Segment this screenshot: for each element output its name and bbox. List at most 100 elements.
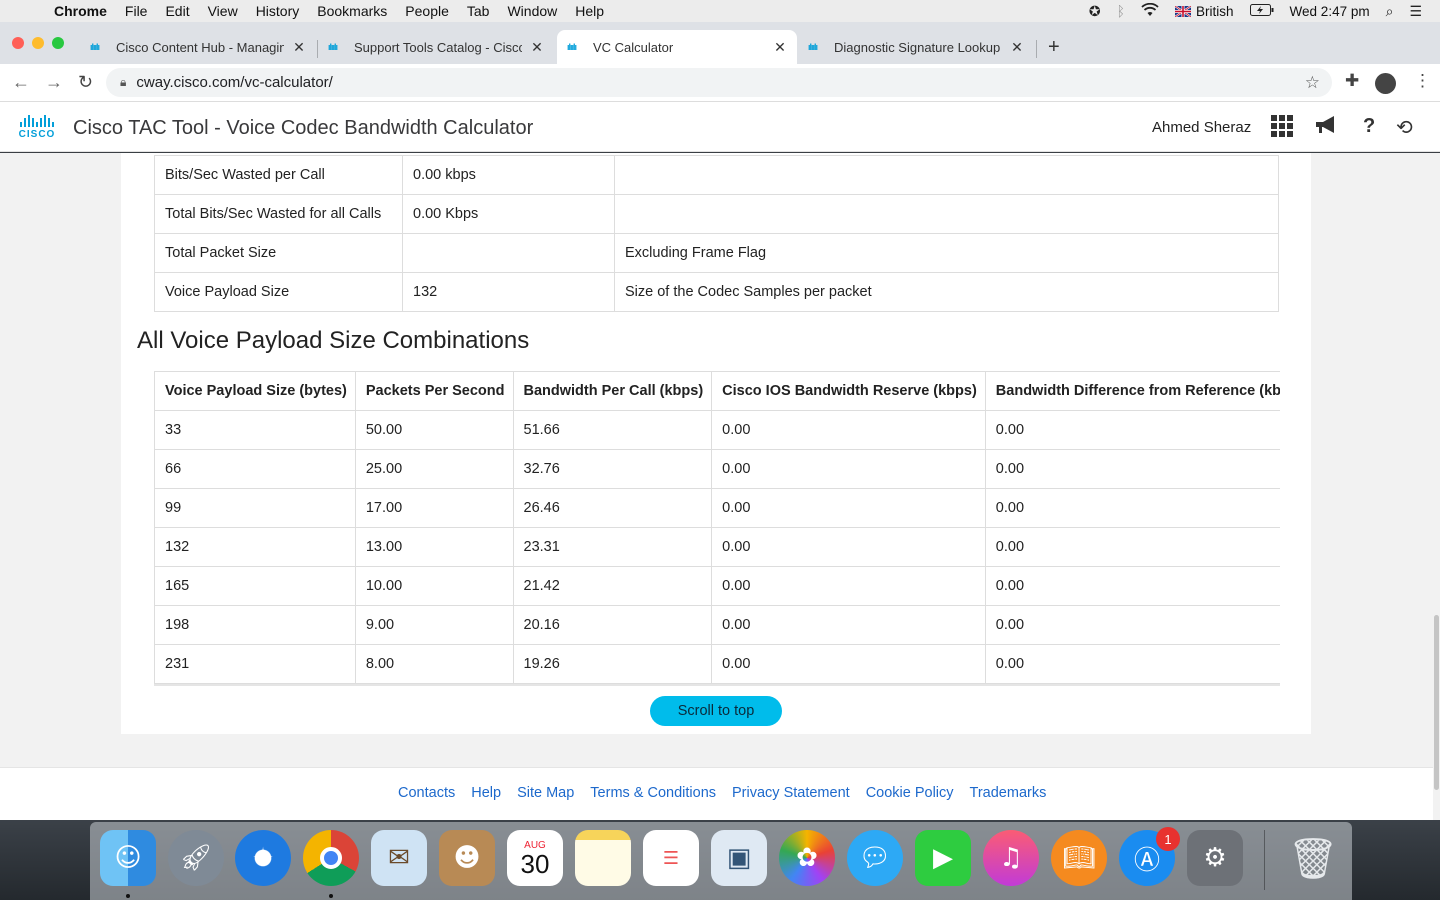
input-source-flag-icon[interactable]: British	[1175, 4, 1234, 19]
table-cell: 19.26	[512, 644, 713, 684]
table-cell: 0.00	[711, 488, 986, 528]
profile-avatar-icon[interactable]	[1375, 73, 1396, 94]
books-icon[interactable]: 📖︎	[1051, 830, 1107, 886]
menu-app-chrome[interactable]: Chrome	[54, 3, 107, 19]
contacts-icon[interactable]: ☻	[439, 830, 495, 886]
lock-icon[interactable]: 🔒︎	[120, 75, 126, 90]
extensions-puzzle-icon[interactable]: ✚	[1345, 71, 1359, 91]
column-header: Voice Payload Size (bytes)	[154, 371, 356, 411]
table-cell: 0.00	[711, 527, 986, 567]
address-bar[interactable]: 🔒︎ cway.cisco.com/vc-calculator/ ☆	[106, 68, 1332, 97]
chrome-menu-icon[interactable]: ⋮	[1414, 71, 1431, 91]
facetime-icon[interactable]: ▶	[915, 830, 971, 886]
table-row: 231 8.00 19.26 0.00 0.00	[154, 644, 1280, 684]
wifi-icon[interactable]	[1141, 2, 1159, 20]
table-row: Total Bits/Sec Wasted for all Calls 0.00…	[154, 194, 1279, 234]
footer-link-help[interactable]: Help	[471, 785, 501, 801]
row-label: Total Packet Size	[154, 233, 403, 273]
menu-edit[interactable]: Edit	[165, 3, 189, 19]
tab-vc-calculator[interactable]: ılıılı VC Calculator ✕	[557, 30, 797, 64]
dock-separator	[1264, 830, 1265, 890]
trash-icon[interactable]: 🗑︎	[1285, 830, 1341, 886]
notes-icon[interactable]	[575, 830, 631, 886]
menu-clock[interactable]: Wed 2:47 pm	[1290, 4, 1370, 19]
finder-icon[interactable]: ☺	[100, 830, 156, 886]
extension-status-icon[interactable]: ✪	[1089, 3, 1101, 20]
menu-people[interactable]: People	[405, 3, 449, 19]
tab-support-tools-catalog[interactable]: ılıılı Support Tools Catalog - Cisco ✕	[318, 30, 554, 64]
url-text[interactable]: cway.cisco.com/vc-calculator/	[136, 74, 332, 91]
close-window-button[interactable]	[12, 37, 24, 49]
table-cell: 25.00	[354, 449, 514, 489]
close-tab-icon[interactable]: ✕	[292, 39, 306, 56]
reload-icon[interactable]: ↻	[78, 72, 93, 93]
menu-tab[interactable]: Tab	[467, 3, 490, 19]
megaphone-icon[interactable]	[1315, 115, 1337, 141]
chrome-icon[interactable]	[303, 830, 359, 886]
launchpad-icon[interactable]: 🚀︎	[168, 830, 224, 886]
bookmark-star-icon[interactable]: ☆	[1305, 73, 1320, 93]
close-tab-icon[interactable]: ✕	[773, 39, 787, 56]
calendar-day: 30	[520, 848, 550, 879]
table-cell: 0.00	[711, 644, 986, 684]
table-cell: 0.00	[984, 449, 1280, 489]
calendar-icon[interactable]: AUG 30	[507, 830, 563, 886]
battery-charging-icon[interactable]	[1249, 3, 1274, 19]
footer-link-trademarks[interactable]: Trademarks	[970, 785, 1047, 801]
tab-diagnostic-signature-lookup[interactable]: ılıılı Diagnostic Signature Lookup T ✕	[798, 30, 1034, 64]
footer-link-cookie-policy[interactable]: Cookie Policy	[866, 785, 954, 801]
footer-link-privacy[interactable]: Privacy Statement	[732, 785, 850, 801]
results-summary-table: Bits/Sec Wasted per Call 0.00 kbps Total…	[154, 155, 1279, 312]
reminders-icon[interactable]: ☰	[643, 830, 699, 886]
row-note	[614, 155, 1279, 195]
safari-icon[interactable]: ✧	[235, 830, 291, 886]
minimize-window-button[interactable]	[32, 37, 44, 49]
input-source-label: British	[1196, 3, 1234, 19]
footer-link-terms[interactable]: Terms & Conditions	[590, 785, 716, 801]
logout-icon[interactable]: ⟲	[1396, 115, 1413, 140]
close-tab-icon[interactable]: ✕	[530, 39, 544, 56]
menu-bookmarks[interactable]: Bookmarks	[317, 3, 387, 19]
new-tab-button[interactable]: +	[1048, 36, 1060, 59]
tab-label: Cisco Content Hub - Managing	[116, 39, 284, 55]
macos-menu-bar: Chrome File Edit View History Bookmarks …	[0, 0, 1440, 22]
mail-icon[interactable]: ✉	[371, 830, 427, 886]
user-name[interactable]: Ahmed Sheraz	[1152, 119, 1251, 136]
menu-help[interactable]: Help	[575, 3, 604, 19]
row-label: Bits/Sec Wasted per Call	[154, 155, 403, 195]
bluetooth-icon[interactable]: ᛒ	[1117, 3, 1125, 19]
footer-link-contacts[interactable]: Contacts	[398, 785, 455, 801]
menu-view[interactable]: View	[208, 3, 238, 19]
help-question-icon[interactable]: ?	[1363, 115, 1375, 138]
scrollbar-thumb[interactable]	[1434, 615, 1439, 790]
footer-link-site-map[interactable]: Site Map	[517, 785, 574, 801]
table-cell: 10.00	[354, 566, 514, 606]
table-cell: 198	[154, 605, 356, 645]
scroll-to-top-button[interactable]: Scroll to top	[650, 696, 782, 726]
messages-icon[interactable]: 💬︎	[847, 830, 903, 886]
table-cell: 0.00	[711, 410, 986, 450]
menu-history[interactable]: History	[256, 3, 300, 19]
photos-icon[interactable]: ✿	[779, 830, 835, 886]
preview-icon[interactable]: ▣	[711, 830, 767, 886]
combinations-table-scroller[interactable]: Voice Payload Size (bytes) Packets Per S…	[154, 371, 1280, 686]
music-icon[interactable]: ♫	[983, 830, 1039, 886]
table-row: 66 25.00 32.76 0.00 0.00	[154, 449, 1280, 489]
menu-window[interactable]: Window	[507, 3, 557, 19]
table-cell: 50.00	[354, 410, 514, 450]
back-arrow-icon[interactable]: ←	[12, 72, 30, 93]
column-header: Cisco IOS Bandwidth Reserve (kbps)	[711, 371, 986, 411]
table-cell: 231	[154, 644, 356, 684]
system-preferences-icon[interactable]: ⚙	[1187, 830, 1243, 886]
cisco-logo[interactable]: CISCO	[16, 115, 58, 141]
tab-cisco-content-hub[interactable]: ılıılı Cisco Content Hub - Managing ✕	[80, 30, 316, 64]
notification-center-icon[interactable]: ☰	[1409, 3, 1422, 20]
zoom-window-button[interactable]	[52, 37, 64, 49]
table-cell: 0.00	[984, 527, 1280, 567]
forward-arrow-icon[interactable]: →	[45, 72, 63, 93]
spotlight-search-icon[interactable]: ⌕	[1386, 3, 1394, 20]
table-cell: 9.00	[354, 605, 514, 645]
menu-file[interactable]: File	[125, 3, 148, 19]
apps-grid-icon[interactable]	[1271, 115, 1293, 143]
close-tab-icon[interactable]: ✕	[1010, 39, 1024, 56]
